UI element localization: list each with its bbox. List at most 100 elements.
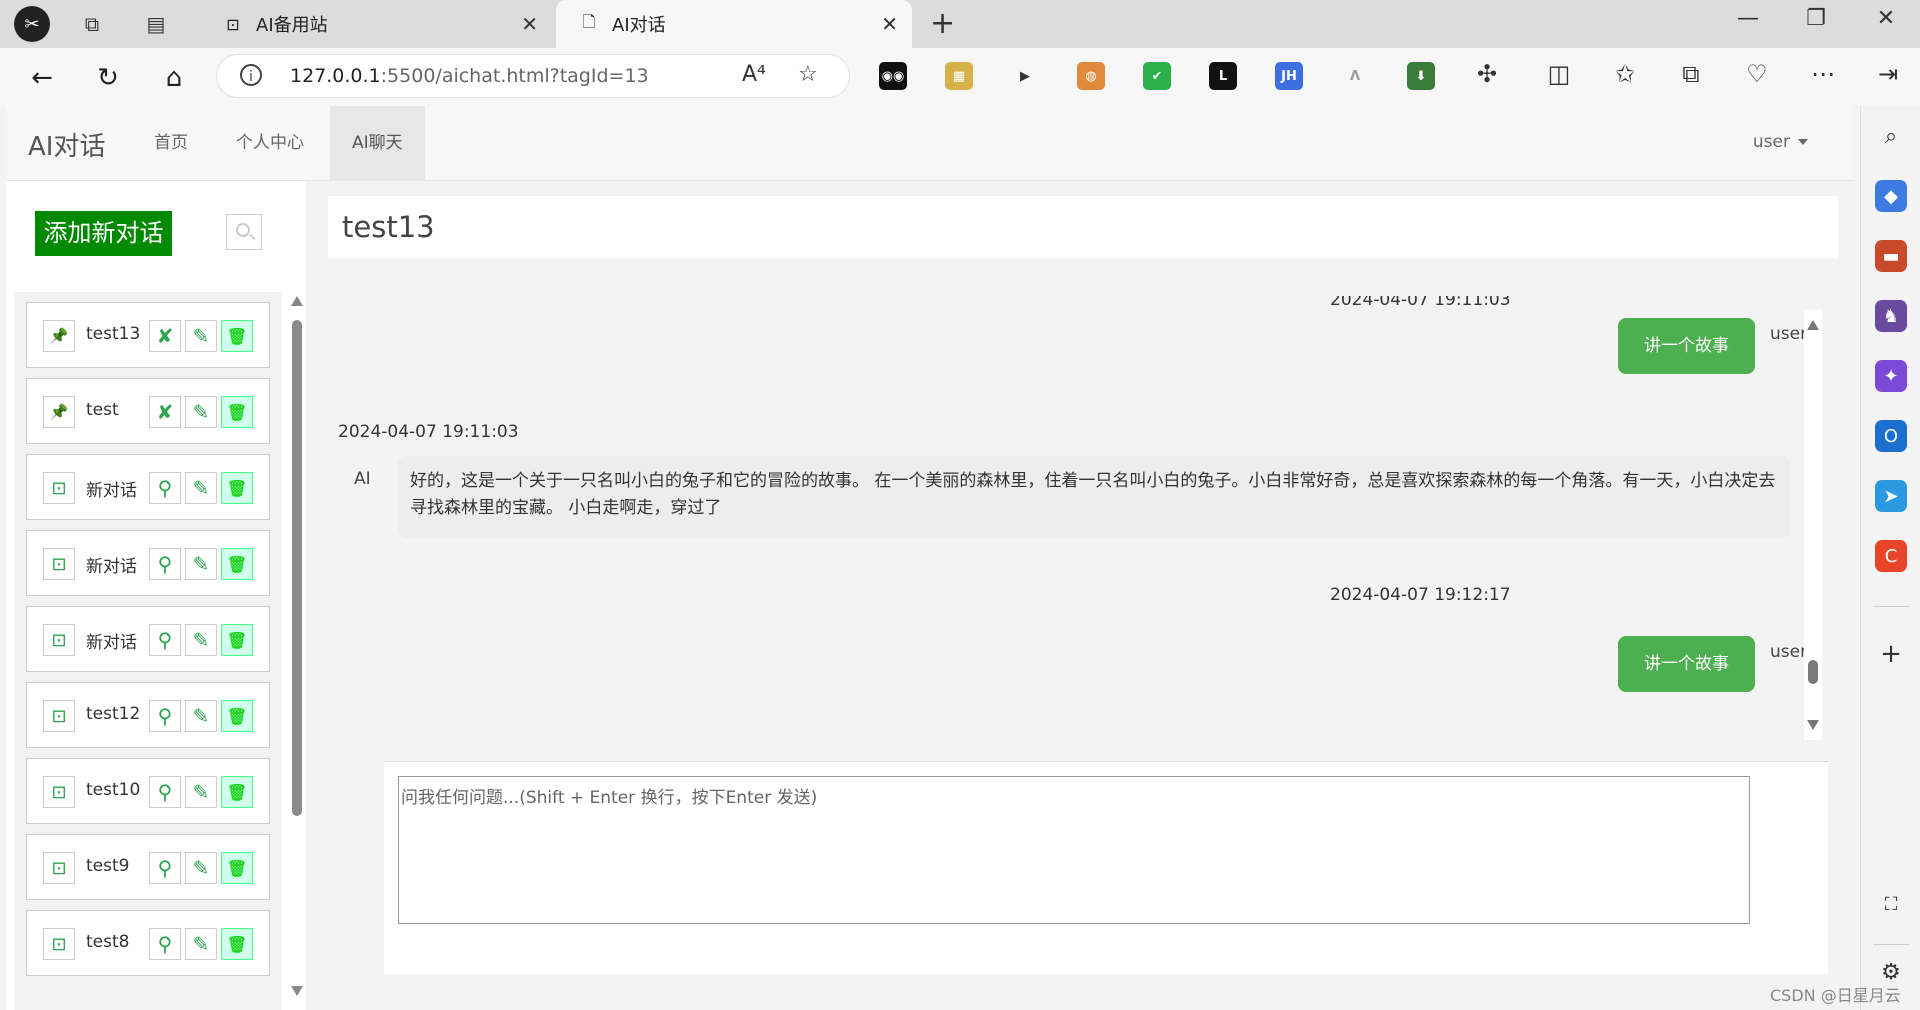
- delete-button[interactable]: 🗑: [221, 700, 253, 732]
- workspaces-icon[interactable]: ⧉: [76, 8, 108, 40]
- vertical-tabs-icon[interactable]: ▤: [140, 8, 172, 40]
- search-conversation-button[interactable]: [226, 214, 262, 250]
- delete-button[interactable]: 🗑: [221, 396, 253, 428]
- close-window-icon[interactable]: ✕: [1866, 6, 1906, 31]
- screenshot-icon[interactable]: ⛶: [1875, 888, 1907, 920]
- conversation-item[interactable]: ⊡ 新对话 ⚲ ✎ 🗑: [26, 530, 270, 596]
- extension-1-icon[interactable]: ◉◉: [879, 62, 907, 90]
- close-tab-icon[interactable]: ✕: [881, 12, 898, 36]
- app-brand[interactable]: AI对话: [28, 126, 105, 163]
- scroll-thumb[interactable]: [1808, 660, 1818, 684]
- extension-jh-icon[interactable]: JH: [1275, 62, 1303, 90]
- scroll-up-arrow-icon[interactable]: [291, 296, 303, 306]
- sidebar-scrollbar[interactable]: [290, 296, 304, 996]
- copilot-icon[interactable]: ✦: [1875, 360, 1907, 392]
- pin-button[interactable]: ⚲: [149, 472, 181, 504]
- nav-profile[interactable]: 个人中心: [214, 106, 326, 180]
- nav-ai-chat[interactable]: AI聊天: [330, 106, 425, 180]
- outlook-icon[interactable]: O: [1875, 420, 1907, 452]
- edit-button[interactable]: ✎: [185, 928, 217, 960]
- scroll-down-arrow-icon[interactable]: [291, 986, 303, 996]
- extension-shield-icon[interactable]: ✔: [1143, 62, 1171, 90]
- extension-play-icon[interactable]: ▶: [1011, 62, 1039, 90]
- conversation-item[interactable]: ⊡ 新对话 ⚲ ✎ 🗑: [26, 606, 270, 672]
- restore-icon[interactable]: ❐: [1796, 6, 1836, 31]
- nav-home[interactable]: 首页: [132, 106, 210, 180]
- unpin-button[interactable]: ✘: [149, 396, 181, 428]
- conversation-item[interactable]: ⊡ test9 ⚲ ✎ 🗑: [26, 834, 270, 900]
- minimize-icon[interactable]: —: [1728, 6, 1768, 31]
- read-aloud-icon[interactable]: A⁴: [742, 62, 766, 87]
- address-bar[interactable]: i 127.0.0.1:5500/aichat.html?tagId=13 A⁴…: [216, 54, 850, 98]
- tab-ai-chat[interactable]: 🗋 AI对话 ✕: [556, 0, 912, 48]
- delete-button[interactable]: 🗑: [221, 320, 253, 352]
- chat-scrollbar[interactable]: [1804, 310, 1822, 740]
- pin-button[interactable]: ⚲: [149, 624, 181, 656]
- search-icon[interactable]: ⌕: [1875, 120, 1907, 152]
- collections-icon[interactable]: ⧉: [1675, 60, 1707, 88]
- games-icon[interactable]: ♞: [1875, 300, 1907, 332]
- home-icon[interactable]: ⌂: [154, 58, 194, 98]
- tab-ai-backup[interactable]: ⊡ AI备用站 ✕: [200, 0, 552, 48]
- delete-button[interactable]: 🗑: [221, 548, 253, 580]
- extension-4-icon[interactable]: ◍: [1077, 62, 1105, 90]
- add-sidebar-app-icon[interactable]: +: [1875, 638, 1907, 670]
- conversation-list[interactable]: 📌 test13 ✘ ✎ 🗑 📌 test ✘ ✎ 🗑 ⊡ 新对话 ⚲ ✎ 🗑 ⊡ 新对话 ⚲ ✎ 🗑 ⊡ 新对话 ⚲ ✎ 🗑 ⊡…: [14, 292, 282, 1010]
- scroll-thumb[interactable]: [292, 320, 302, 816]
- edit-button[interactable]: ✎: [185, 776, 217, 808]
- close-tab-icon[interactable]: ✕: [521, 12, 538, 36]
- conversation-item[interactable]: 📌 test ✘ ✎ 🗑: [26, 378, 270, 444]
- delete-button[interactable]: 🗑: [221, 928, 253, 960]
- pin-button[interactable]: ⚲: [149, 852, 181, 884]
- edit-button[interactable]: ✎: [185, 548, 217, 580]
- user-menu[interactable]: user: [1753, 132, 1808, 152]
- edit-button[interactable]: ✎: [185, 320, 217, 352]
- edit-button[interactable]: ✎: [185, 396, 217, 428]
- browser-essentials-icon[interactable]: ♡: [1741, 60, 1773, 88]
- edit-button[interactable]: ✎: [185, 852, 217, 884]
- delete-button[interactable]: 🗑: [221, 624, 253, 656]
- add-conversation-button[interactable]: 添加新对话: [35, 211, 172, 256]
- delete-button[interactable]: 🗑: [221, 776, 253, 808]
- pin-button[interactable]: ⚲: [149, 928, 181, 960]
- pin-button[interactable]: ⚲: [149, 548, 181, 580]
- conversation-item[interactable]: 📌 test13 ✘ ✎ 🗑: [26, 302, 270, 368]
- edit-button[interactable]: ✎: [185, 472, 217, 504]
- refresh-icon[interactable]: ↻: [88, 58, 128, 98]
- scroll-up-arrow-icon[interactable]: [1807, 320, 1819, 330]
- conversation-item[interactable]: ⊡ test10 ⚲ ✎ 🗑: [26, 758, 270, 824]
- drop-send-icon[interactable]: ➤: [1875, 480, 1907, 512]
- profile-avatar-icon[interactable]: ✂: [14, 6, 50, 42]
- edit-button[interactable]: ✎: [185, 700, 217, 732]
- extension-download-icon[interactable]: ⬇: [1407, 62, 1435, 90]
- sidebar-toggle-icon[interactable]: ⇥: [1872, 60, 1904, 88]
- extension-l-icon[interactable]: L: [1209, 62, 1237, 90]
- extension-lambda-icon[interactable]: Λ: [1341, 62, 1369, 90]
- user-message-bubble: 讲一个故事: [1618, 318, 1755, 374]
- delete-button[interactable]: 🗑: [221, 852, 253, 884]
- extensions-puzzle-icon[interactable]: ✣: [1471, 60, 1503, 88]
- favorite-star-icon[interactable]: ☆: [798, 62, 818, 87]
- scroll-down-arrow-icon[interactable]: [1807, 720, 1819, 730]
- url-host: 127.0.0.1: [290, 65, 381, 87]
- split-screen-icon[interactable]: ◫: [1543, 60, 1575, 88]
- conversation-item[interactable]: ⊡ test12 ⚲ ✎ 🗑: [26, 682, 270, 748]
- extension-2-icon[interactable]: ▦: [945, 62, 973, 90]
- extension-c-icon[interactable]: C: [1875, 540, 1907, 572]
- back-icon[interactable]: ←: [22, 58, 62, 98]
- shopping-tag-icon[interactable]: ◆: [1875, 180, 1907, 212]
- url-text[interactable]: 127.0.0.1:5500/aichat.html?tagId=13: [290, 65, 649, 87]
- pin-button[interactable]: ⚲: [149, 700, 181, 732]
- conversation-item[interactable]: ⊡ 新对话 ⚲ ✎ 🗑: [26, 454, 270, 520]
- unpin-button[interactable]: ✘: [149, 320, 181, 352]
- more-menu-icon[interactable]: ⋯: [1807, 60, 1839, 88]
- delete-button[interactable]: 🗑: [221, 472, 253, 504]
- pin-button[interactable]: ⚲: [149, 776, 181, 808]
- new-tab-icon[interactable]: +: [930, 6, 955, 41]
- edit-button[interactable]: ✎: [185, 624, 217, 656]
- favorites-icon[interactable]: ✩: [1609, 60, 1641, 88]
- tools-briefcase-icon[interactable]: ▬: [1875, 240, 1907, 272]
- conversation-item[interactable]: ⊡ test8 ⚲ ✎ 🗑: [26, 910, 270, 976]
- chat-input[interactable]: [398, 776, 1750, 924]
- site-info-icon[interactable]: i: [240, 64, 262, 86]
